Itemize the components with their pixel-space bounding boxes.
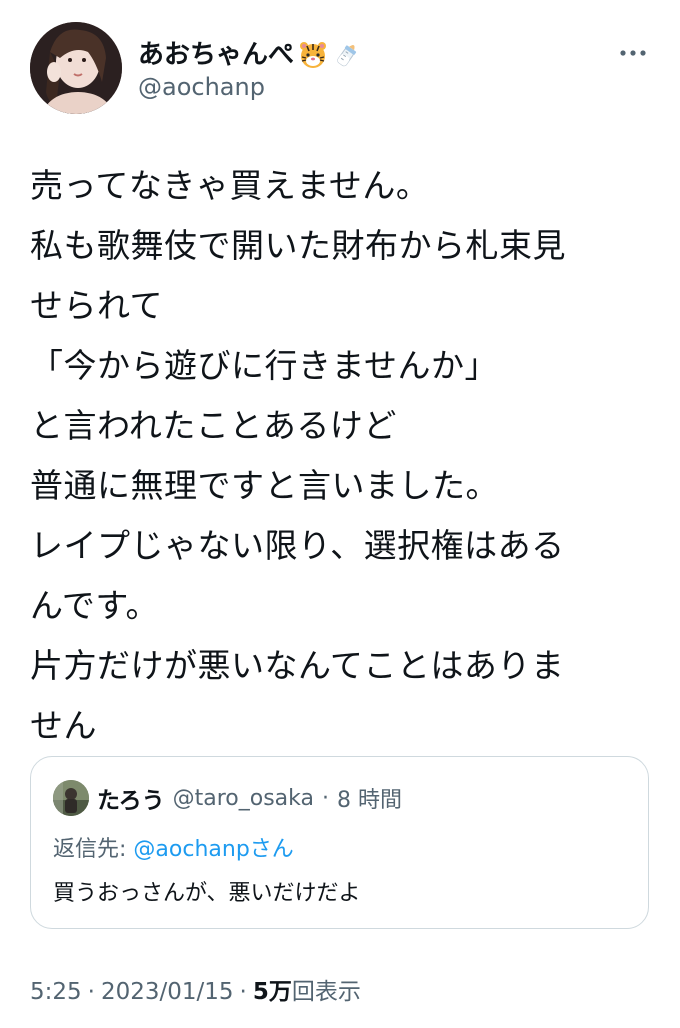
reply-to-mention[interactable]: @aochanp — [133, 837, 249, 862]
more-horizontal-icon — [620, 50, 646, 56]
meta-separator: · — [239, 979, 247, 1005]
quoted-author-avatar-image — [53, 780, 89, 816]
meta-separator: · — [87, 979, 95, 1005]
quoted-separator: · — [322, 785, 329, 811]
tweet-date[interactable]: 2023/01/15 — [101, 979, 234, 1005]
reply-to-suffix: さん — [249, 837, 294, 862]
quoted-tweet-text: 買うおっさんが、悪いだけだよ — [53, 881, 361, 906]
quoted-reply-to: 返信先: @aochanpさん — [53, 831, 294, 863]
quoted-timestamp[interactable]: 8 時間 — [337, 782, 402, 814]
tweet-text: 売ってなきゃ買えません。 私も歌舞伎で開いた財布から札束見 せられて 「今から遊… — [30, 156, 655, 756]
tweet-text-line: レイプじゃない限り、選択権はある — [30, 526, 565, 565]
tweet-text-line: 売ってなきゃ買えません。 — [30, 166, 430, 205]
quoted-author-handle[interactable]: @taro_osaka — [173, 786, 314, 811]
views-count: 5万 — [252, 979, 292, 1005]
views-stat[interactable]: 5万回表示 — [253, 972, 361, 1006]
views-label: 回表示 — [291, 979, 361, 1005]
tweet-metadata: 5:25 · 2023/01/15 · 5万回表示 — [30, 972, 361, 1006]
display-name: あおちゃんぺ — [138, 40, 295, 70]
tweet-text-line: と言われたことあるけど — [30, 406, 397, 445]
reply-to-prefix: 返信先: — [53, 837, 127, 862]
tiger-face-emoji — [298, 40, 328, 70]
quoted-tweet-header: たろう @taro_osaka · 8 時間 — [53, 779, 402, 817]
quoted-tweet-card[interactable]: たろう @taro_osaka · 8 時間 返信先: @aochanpさん 買… — [30, 756, 649, 929]
author-avatar-image — [30, 22, 122, 114]
tweet-text-line: 私も歌舞伎で開いた財布から札束見 — [30, 226, 566, 265]
author-handle[interactable]: @aochanp — [138, 72, 265, 102]
quoted-author-avatar[interactable] — [53, 780, 89, 816]
tweet-text-line: 「今から遊びに行きませんか」 — [30, 346, 499, 385]
tweet-text-line: せられて — [30, 286, 164, 325]
tweet-text-line: 片方だけが悪いなんてことはありま — [30, 646, 565, 685]
tweet-text-line: せん — [30, 706, 97, 745]
tweet-text-line: んです。 — [30, 586, 160, 625]
author-avatar[interactable] — [30, 22, 122, 114]
display-name-row[interactable]: あおちゃんぺ — [138, 38, 362, 72]
tweet-time[interactable]: 5:25 — [30, 979, 82, 1005]
more-options-button[interactable] — [616, 38, 650, 68]
quoted-author-name[interactable]: たろう — [97, 781, 165, 815]
tweet-text-line: 普通に無理ですと言いました。 — [30, 466, 499, 505]
baby-bottle-emoji — [332, 40, 362, 70]
